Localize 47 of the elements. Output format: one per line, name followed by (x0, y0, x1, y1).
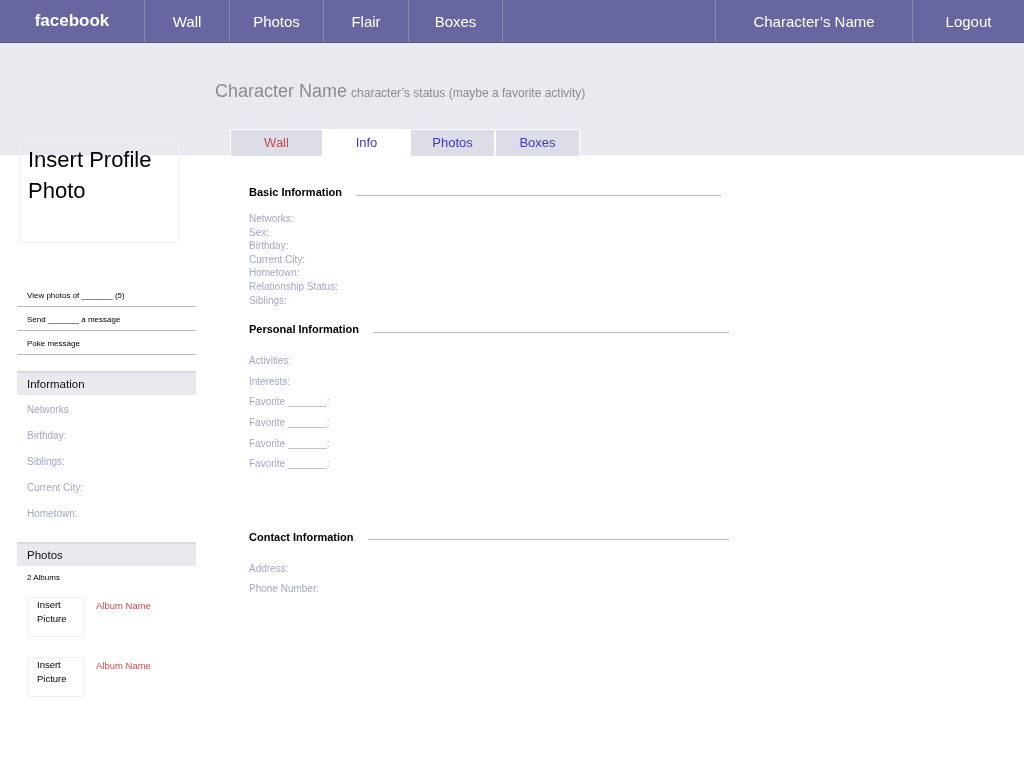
info-label: Hometown: (26, 507, 79, 521)
album-thumbnail: Insert Picture (28, 597, 84, 637)
field-label: Networks: (249, 212, 295, 226)
sidebar-action-link[interactable]: View photos of _______ (5) (17, 283, 196, 307)
field-label: Birthday: (249, 239, 290, 253)
profile-tab[interactable]: Wall (230, 129, 323, 156)
profile-status: character’s status (maybe a favorite activity) (351, 86, 586, 100)
nav-link[interactable]: Boxes (409, 0, 503, 42)
field-label: Sex: (249, 225, 270, 240)
field-label: Hometown: (249, 266, 301, 280)
field-label: Current City: (249, 252, 307, 267)
field-label: Relationship Status: (249, 279, 339, 294)
field-label: Favorite _______: (249, 457, 331, 472)
section-title: Contact Information (249, 530, 354, 543)
field-label: Address: (249, 561, 290, 576)
info-label: Siblings: (26, 455, 66, 469)
site-logo[interactable]: facebook (0, 0, 145, 42)
field-label: Siblings: (249, 293, 288, 308)
section-title: Basic Information (249, 186, 342, 198)
profile-tab[interactable]: Boxes (495, 129, 580, 156)
profile-name: Character Name (215, 81, 348, 102)
album-link[interactable]: Album Name (96, 600, 151, 611)
sidebar-action-link[interactable]: Poke message (17, 331, 196, 355)
info-label: Birthday: (26, 429, 68, 443)
field-label: Phone Number: (249, 582, 321, 597)
section-header: Information (17, 371, 196, 395)
profile-tab[interactable]: Info (323, 129, 410, 156)
field-label: Activities: (249, 354, 293, 369)
field-label: Interests: (249, 374, 292, 389)
field-label: Favorite _______: (249, 415, 331, 430)
album-count: 2 Albums (26, 572, 61, 584)
profile-photo-frame: Insert Profile Photo (19, 143, 179, 243)
section-header: Photos (17, 542, 196, 566)
nav-link[interactable]: Flair (324, 0, 409, 42)
album-link[interactable]: Album Name (96, 660, 151, 671)
field-label: Favorite _______: (249, 395, 331, 410)
sidebar-action-link[interactable]: Send _______ a message (17, 307, 196, 331)
profile-tab[interactable]: Photos (410, 129, 495, 156)
nav-link[interactable]: Wall (145, 0, 230, 42)
field-label: Favorite _______: (249, 436, 331, 451)
nav-link[interactable]: Character’s Name (716, 0, 913, 42)
nav-link[interactable]: Photos (230, 0, 324, 42)
album-thumbnail: Insert Picture (28, 657, 84, 697)
nav-link[interactable]: Logout (913, 0, 1024, 42)
info-label: Networks (26, 403, 70, 417)
section-title: Personal Information (249, 323, 360, 336)
info-label: Current City: (26, 481, 85, 495)
